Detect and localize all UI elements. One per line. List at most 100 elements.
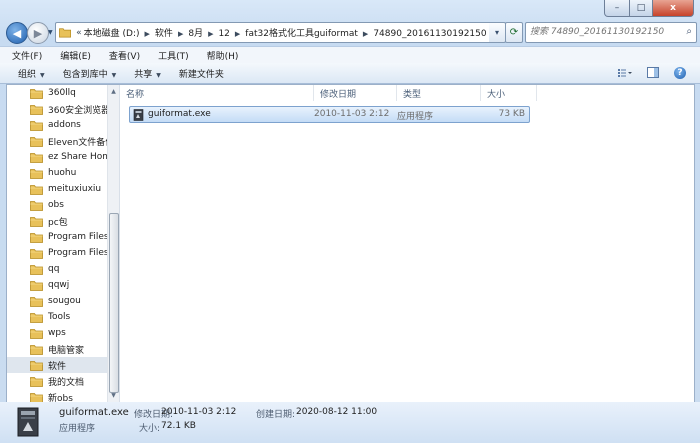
tree-item[interactable]: qq <box>7 261 107 277</box>
tree-item-label: ez Share Hom <box>48 152 107 162</box>
breadcrumb-item[interactable]: 74890_20161130192150 <box>373 29 486 39</box>
search-input[interactable] <box>530 25 678 39</box>
search-box[interactable]: ⌕ <box>525 22 697 43</box>
folder-icon <box>30 184 43 195</box>
tree-item[interactable]: ez Share Hom <box>7 149 107 165</box>
tree-item[interactable]: huohu <box>7 165 107 181</box>
menu-item[interactable]: 编辑(E) <box>48 49 97 62</box>
tree-item-label: Program Files <box>48 248 107 258</box>
tree-item[interactable]: 软件 <box>7 357 107 373</box>
file-row[interactable]: guiformat.exe 2010-11-03 2:12 应用程序 73 KB <box>129 106 530 123</box>
folder-icon <box>30 152 43 163</box>
breadcrumb-separator-icon[interactable]: ▶ <box>145 30 150 38</box>
tree-item[interactable]: 电脑管家 <box>7 341 107 357</box>
tree-item[interactable]: 360llq <box>7 85 107 101</box>
breadcrumb-item[interactable]: fat32格式化工具guiformat <box>245 29 358 39</box>
folder-icon <box>30 296 43 307</box>
breadcrumb-separator-icon[interactable]: ▶ <box>235 30 240 38</box>
breadcrumb-separator-icon[interactable]: ▶ <box>178 30 183 38</box>
command-bar-button[interactable]: 包含到库中 ▼ <box>63 67 117 80</box>
folder-icon <box>59 28 72 38</box>
tree-item-label: 新obs <box>48 393 73 403</box>
refresh-button[interactable]: ⟳ <box>505 22 523 43</box>
column-header-type[interactable]: 类型 <box>397 85 481 101</box>
tree-item-label: 我的文档 <box>48 377 85 388</box>
tree-item-label: Tools <box>48 312 71 322</box>
column-header-size[interactable]: 大小 <box>481 85 537 101</box>
tree-item[interactable]: meituxiuxiu <box>7 181 107 197</box>
maximize-button[interactable]: □ <box>630 0 653 17</box>
tree-item-label: 360安全浏览器 <box>48 105 107 116</box>
search-icon[interactable]: ⌕ <box>686 26 692 37</box>
command-bar-label: 共享 <box>134 69 153 80</box>
close-button[interactable]: x <box>653 0 694 17</box>
command-bar-button[interactable]: 新建文件夹 <box>179 67 224 80</box>
folder-icon <box>30 136 43 147</box>
tree-item[interactable]: addons <box>7 117 107 133</box>
navigation-pane: 360llq 360安全浏览器 addons Eleven文件备份 ez Share H… <box>7 85 119 402</box>
tree-item[interactable]: pc包 <box>7 213 107 229</box>
back-button[interactable]: ◀ <box>6 22 28 44</box>
folder-icon <box>30 360 43 371</box>
minimize-button[interactable]: – <box>604 0 630 17</box>
tree-item[interactable]: wps <box>7 325 107 341</box>
address-dropdown-button[interactable]: ▾ <box>489 22 506 43</box>
forward-button[interactable]: ▶ <box>27 22 49 44</box>
explorer-window: – □ x ◀ ▶ ▼ « 本地磁盘 (D:) ▶ 软件 ▶ 8月 ▶ 12 ▶ fat32格式… <box>0 0 700 443</box>
command-bar-button[interactable]: 共享 ▼ <box>134 67 161 80</box>
recent-pages-dropdown[interactable]: ▼ <box>48 29 53 36</box>
address-bar[interactable]: « 本地磁盘 (D:) ▶ 软件 ▶ 8月 ▶ 12 ▶ fat32格式化工具guiformat… <box>55 22 503 43</box>
tree-item[interactable]: 360安全浏览器 <box>7 101 107 117</box>
tree-item-label: qq <box>48 264 60 274</box>
breadcrumb-item[interactable]: 8月 <box>188 29 203 39</box>
preview-pane-icon[interactable] <box>646 66 660 79</box>
folder-icon <box>30 376 43 387</box>
tree-item-label: meituxiuxiu <box>48 184 102 194</box>
tree-item-label: huohu <box>48 168 77 178</box>
list-view-icon <box>618 68 632 77</box>
breadcrumb-separator-icon[interactable]: ▶ <box>363 30 368 38</box>
tree-item[interactable]: Program Files <box>7 245 107 261</box>
column-header-modified[interactable]: 修改日期 <box>314 85 397 101</box>
command-bar-right: ? <box>618 66 686 79</box>
menu-item[interactable]: 文件(F) <box>0 49 48 62</box>
scrollbar-thumb[interactable] <box>109 213 119 393</box>
tree-item[interactable]: qqwj <box>7 277 107 293</box>
tree-item-label: wps <box>48 328 66 338</box>
folder-icon <box>30 392 43 402</box>
tree-item[interactable]: 新obs <box>7 389 107 402</box>
help-icon[interactable]: ? <box>674 66 686 79</box>
folder-icon <box>30 168 43 179</box>
tree-item[interactable]: obs <box>7 197 107 213</box>
details-created-label: 创建日期: <box>256 410 296 420</box>
breadcrumb-item[interactable]: 12 <box>218 29 229 39</box>
tree-item[interactable]: Eleven文件备份 <box>7 133 107 149</box>
breadcrumb-separator-icon[interactable]: ▶ <box>208 30 213 38</box>
navigation-bar: ◀ ▶ ▼ « 本地磁盘 (D:) ▶ 软件 ▶ 8月 ▶ 12 ▶ fat32格式化工具gui… <box>0 20 700 46</box>
menu-item[interactable]: 帮助(H) <box>195 49 245 62</box>
tree-item[interactable]: Program Files <box>7 229 107 245</box>
command-bar-button[interactable]: 组织 ▼ <box>18 67 45 80</box>
tree-item-label: addons <box>48 120 81 130</box>
menu-item[interactable]: 查看(V) <box>97 49 146 62</box>
tree-item-label: qqwj <box>48 280 70 290</box>
breadcrumb-item[interactable]: 本地磁盘 (D:) <box>84 29 140 39</box>
menu-item[interactable]: 工具(T) <box>146 49 195 62</box>
pane-layout-icon <box>647 67 659 78</box>
breadcrumb-overflow[interactable]: « <box>76 28 82 38</box>
folder-icon <box>30 104 43 115</box>
navigation-pane-scrollbar[interactable]: ▲ ▼ <box>107 85 119 402</box>
view-options-icon[interactable] <box>618 66 632 79</box>
scroll-up-icon[interactable]: ▲ <box>108 86 119 97</box>
details-modified-value: 2010-11-03 2:12 <box>161 407 237 417</box>
tree-item[interactable]: Tools <box>7 309 107 325</box>
column-header-name[interactable]: 名称 <box>120 85 314 101</box>
command-bar-label: 包含到库中 <box>62 69 108 80</box>
tree-item[interactable]: sougou <box>7 293 107 309</box>
scroll-down-icon[interactable]: ▼ <box>108 390 119 401</box>
breadcrumb-item[interactable]: 软件 <box>155 29 173 39</box>
tree-item-label: sougou <box>48 296 81 306</box>
menu-bar: 文件(F) 编辑(E) 查看(V) 工具(T) 帮助(H) <box>0 46 700 64</box>
tree-item-label: pc包 <box>48 217 68 228</box>
tree-item[interactable]: 我的文档 <box>7 373 107 389</box>
